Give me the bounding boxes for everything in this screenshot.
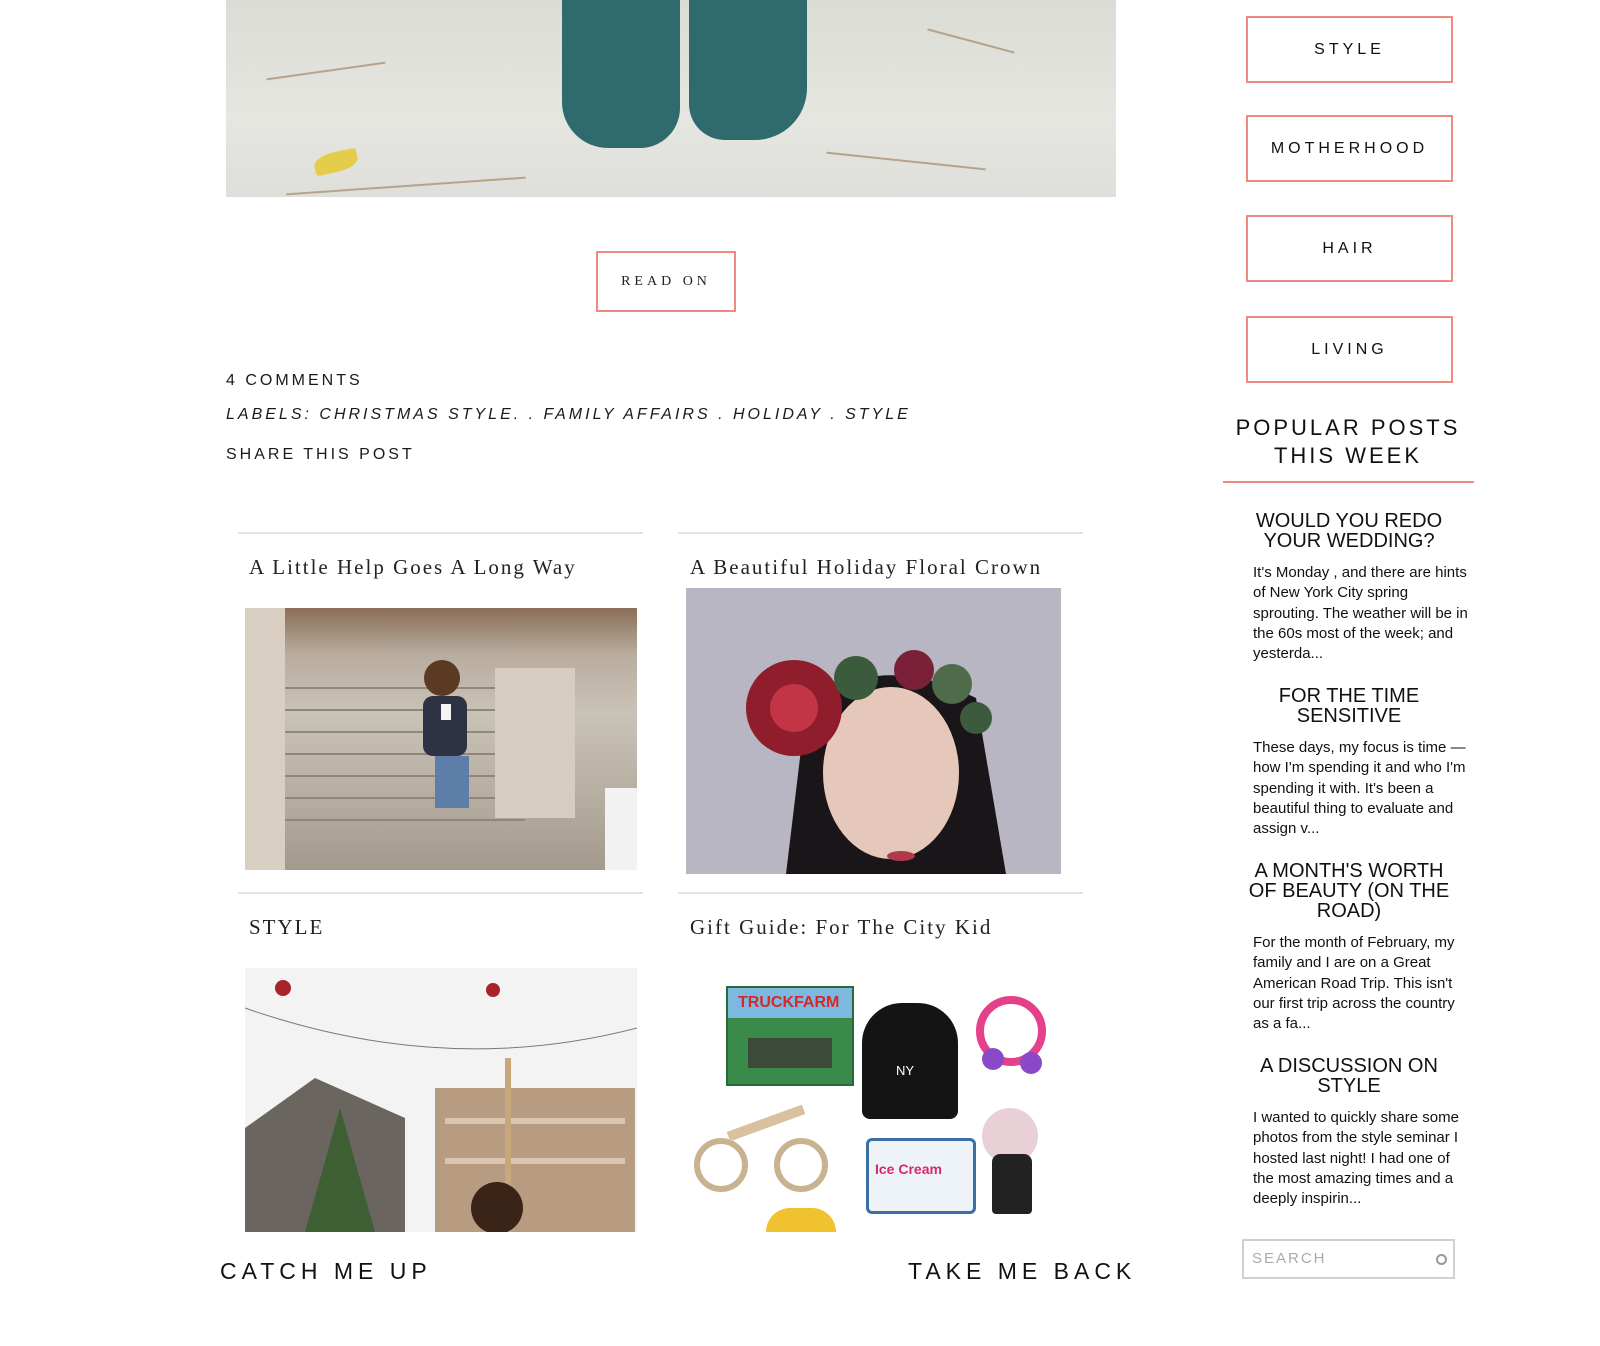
related-post-image-3[interactable] [245,968,637,1232]
popular-post-title-2[interactable]: FOR THE TIME SENSITIVE [1246,686,1452,726]
newer-posts-link[interactable]: CATCH ME UP [220,1258,432,1285]
related-post-title-4[interactable]: Gift Guide: For The City Kid [690,915,992,940]
older-posts-link[interactable]: TAKE ME BACK [908,1258,1136,1285]
read-on-button[interactable]: READ ON [596,251,736,312]
search-input[interactable]: SEARCH [1242,1239,1455,1279]
hoodie: NY [862,1003,958,1119]
post-labels: LABELS: CHRISTMAS STYLE. . FAMILY AFFAIR… [226,406,911,424]
floral-crown-photo [746,650,1006,874]
related-post-title-3[interactable]: STYLE [249,915,324,940]
ice-cream-truck: Ice Cream [866,1138,976,1214]
label-family-affairs[interactable]: . FAMILY AFFAIRS [529,406,711,423]
card-divider [678,892,1083,894]
labels-prefix: LABELS: [226,406,312,423]
stoop-photo [245,608,637,870]
popular-post-excerpt-3: For the month of February, my family and… [1253,934,1455,1033]
share-post-link[interactable]: SHARE THIS POST [226,446,415,464]
popular-post-excerpt-4: I wanted to quickly share some photos fr… [1253,1109,1459,1208]
hoodie-text: NY [896,1063,915,1078]
category-hair-button[interactable]: HAIR [1246,215,1453,282]
related-post-image-4[interactable]: TRUCKFARM NY Ice Cream [686,968,1061,1232]
popular-heading-line2: THIS WEEK [1273,443,1422,468]
label-style[interactable]: . STYLE [830,406,911,423]
popular-posts-heading: POPULAR POSTS THIS WEEK [1223,414,1473,470]
related-post-image-1[interactable] [245,608,637,870]
search-icon[interactable] [1436,1254,1447,1265]
label-christmas-style[interactable]: CHRISTMAS STYLE. [319,406,521,423]
popular-post-excerpt-2: These days, my focus is time —how I'm sp… [1253,739,1466,838]
truckfarm-book: TRUCKFARM [726,986,854,1086]
right-boot [689,0,807,140]
balance-bike [694,1138,748,1192]
truck-text: Ice Cream [875,1161,942,1177]
left-boot [562,0,680,148]
popular-post-title-3[interactable]: A MONTH'S WORTH OF BEAUTY (ON THE ROAD) [1246,861,1452,921]
popular-post-title-1[interactable]: WOULD YOU REDO YOUR WEDDING? [1246,511,1452,551]
related-post-title-1[interactable]: A Little Help Goes A Long Way [249,555,577,580]
card-divider [238,892,643,894]
popular-post-title-4[interactable]: A DISCUSSION ON STYLE [1246,1056,1452,1096]
category-motherhood-button[interactable]: MOTHERHOOD [1246,115,1453,182]
card-divider [238,532,643,534]
card-divider [678,532,1083,534]
search-placeholder: SEARCH [1252,1250,1327,1267]
related-post-image-2[interactable] [686,588,1061,874]
category-living-button[interactable]: LIVING [1246,316,1453,383]
comments-link[interactable]: 4 COMMENTS [226,372,363,390]
christmas-market-photo [245,980,637,1232]
category-style-button[interactable]: STYLE [1246,16,1453,83]
popular-post-excerpt-1: It's Monday , and there are hints of New… [1253,564,1468,663]
related-post-title-2[interactable]: A Beautiful Holiday Floral Crown [690,555,1042,580]
post-hero-image [226,0,1116,197]
popular-posts-divider [1223,481,1474,483]
label-holiday[interactable]: . HOLIDAY [718,406,823,423]
popular-heading-line1: POPULAR POSTS [1235,415,1461,440]
book-title: TRUCKFARM [738,994,840,1011]
